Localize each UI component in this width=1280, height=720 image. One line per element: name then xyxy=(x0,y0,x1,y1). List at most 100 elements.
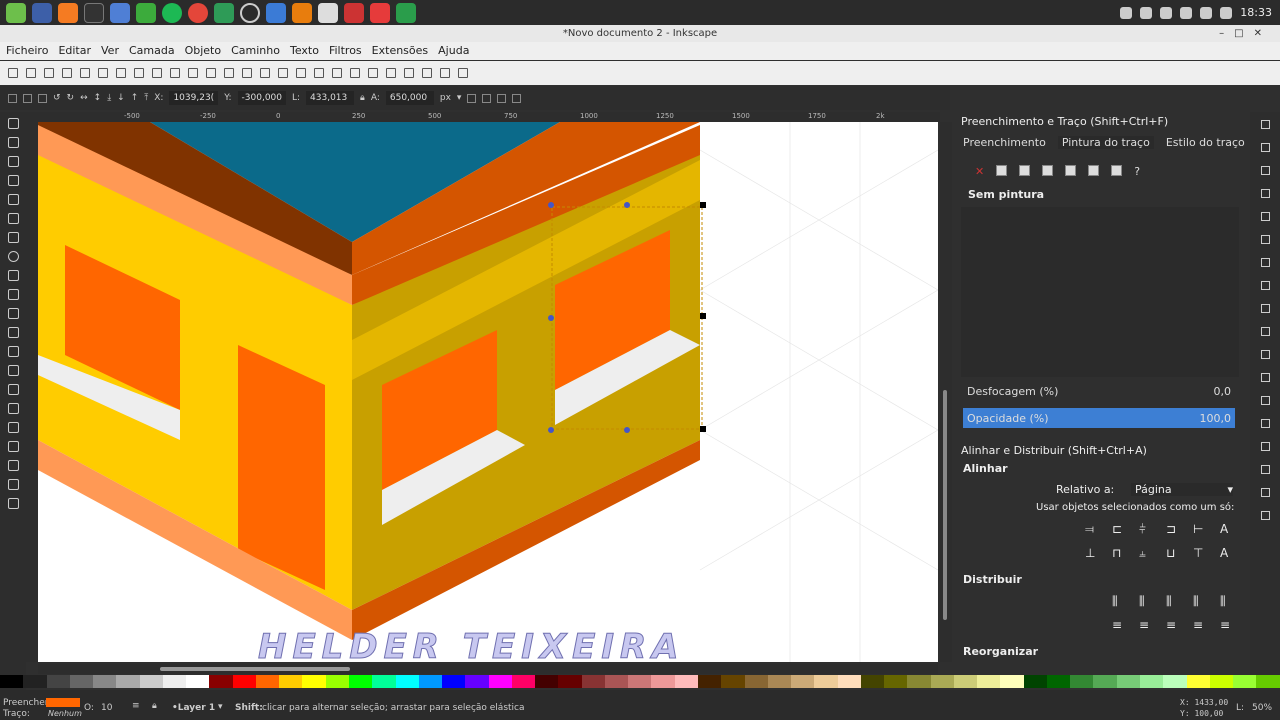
unit-select[interactable]: px xyxy=(440,93,451,103)
distribute-icon[interactable]: ≡ xyxy=(1112,618,1130,632)
redo-icon[interactable] xyxy=(134,68,144,78)
node-tool-icon[interactable] xyxy=(7,137,19,148)
flat-color-icon[interactable] xyxy=(996,165,1008,176)
screenshot-icon[interactable] xyxy=(266,2,286,23)
lower-bottom-icon[interactable]: ⤓ xyxy=(107,93,111,103)
align-right-icon[interactable]: ⊐ xyxy=(1166,522,1184,537)
rect-tool-icon[interactable] xyxy=(7,213,19,224)
palette-swatch[interactable] xyxy=(628,675,652,688)
print-icon[interactable] xyxy=(62,68,72,78)
vertical-scroll-thumb[interactable] xyxy=(943,390,947,620)
open-icon[interactable] xyxy=(26,68,36,78)
palette-swatch[interactable] xyxy=(488,675,512,688)
palette-swatch[interactable] xyxy=(0,675,24,688)
battery-icon[interactable] xyxy=(1220,6,1233,19)
distribute-icon[interactable]: ≡ xyxy=(1220,618,1238,632)
bucket-tool-icon[interactable] xyxy=(7,422,19,433)
blur-row[interactable]: Desfocagem (%) 0,0 xyxy=(963,381,1235,401)
menu-icon[interactable] xyxy=(6,2,26,23)
clock[interactable]: 18:33 xyxy=(1240,6,1272,19)
files-icon[interactable] xyxy=(32,2,52,23)
palette-swatch[interactable] xyxy=(674,675,698,688)
relative-select[interactable]: Página ▾ xyxy=(1131,483,1233,496)
volume-icon[interactable] xyxy=(1200,6,1213,19)
menu-objeto[interactable]: Objeto xyxy=(185,42,222,60)
align-baseline-icon[interactable]: A xyxy=(1220,546,1238,561)
snap-rotation-center-icon[interactable] xyxy=(1260,419,1270,428)
palette-swatch[interactable] xyxy=(232,675,256,688)
align-center-h-icon[interactable]: ⫩ xyxy=(1139,522,1157,537)
palette-swatch[interactable] xyxy=(767,675,792,688)
measure-tool-icon[interactable] xyxy=(7,194,19,205)
horizontal-scroll-thumb[interactable] xyxy=(160,667,350,671)
distribute-icon[interactable]: ⫼ xyxy=(1220,594,1238,609)
pattern-icon[interactable] xyxy=(1065,165,1077,176)
palette-swatch[interactable] xyxy=(1256,675,1280,688)
scale-corners-icon[interactable] xyxy=(482,93,492,103)
palette-swatch[interactable] xyxy=(116,675,140,688)
move-patterns-icon[interactable] xyxy=(512,93,522,103)
align-top-edge-icon[interactable]: ⊤ xyxy=(1193,546,1211,561)
undo-icon[interactable] xyxy=(116,68,126,78)
inkscape-icon[interactable] xyxy=(318,2,338,23)
palette-swatch[interactable] xyxy=(442,675,466,688)
palette-swatch[interactable] xyxy=(814,675,838,688)
palette-swatch[interactable] xyxy=(1209,675,1234,688)
palette-swatch[interactable] xyxy=(860,675,885,688)
palette-swatch[interactable] xyxy=(418,675,443,688)
zoom-selection-icon[interactable] xyxy=(206,68,216,78)
fill-stroke-icon[interactable] xyxy=(350,68,360,78)
spotify-icon[interactable] xyxy=(162,2,182,23)
palette-swatch[interactable] xyxy=(1070,675,1094,688)
x-field[interactable]: 1039,23( xyxy=(169,91,219,105)
align-left-icon[interactable]: ⊏ xyxy=(1112,522,1130,537)
tweak-tool-icon[interactable] xyxy=(7,156,19,167)
clone-icon[interactable] xyxy=(278,68,288,78)
shield-icon[interactable] xyxy=(1160,6,1173,19)
chevron-down-icon[interactable]: ▾ xyxy=(218,702,223,712)
palette-swatch[interactable] xyxy=(581,675,605,688)
cut-icon[interactable] xyxy=(170,68,180,78)
distribute-icon[interactable]: ⫼ xyxy=(1139,594,1157,609)
snap-page-icon[interactable] xyxy=(1260,465,1270,474)
palette-swatch[interactable] xyxy=(186,675,210,688)
palette-swatch[interactable] xyxy=(395,675,419,688)
group-icon[interactable] xyxy=(314,68,324,78)
palette-swatch[interactable] xyxy=(93,675,117,688)
snap-intersection-icon[interactable] xyxy=(1260,304,1270,313)
snap-smooth-icon[interactable] xyxy=(1260,350,1270,359)
palette-swatch[interactable] xyxy=(465,675,489,688)
text-font-icon[interactable] xyxy=(368,68,378,78)
raise-top-icon[interactable]: ⤒ xyxy=(144,93,148,103)
snap-midpoint-icon[interactable] xyxy=(1260,212,1270,221)
tab-stroke-style[interactable]: Estilo do traço xyxy=(1166,136,1245,149)
palette-swatch[interactable] xyxy=(23,675,47,688)
opacity-slider[interactable]: Opacidade (%) 100,0 xyxy=(963,408,1235,428)
palette-swatch[interactable] xyxy=(907,675,931,688)
menu-ficheiro[interactable]: Ficheiro xyxy=(6,42,48,60)
palette-swatch[interactable] xyxy=(1140,675,1164,688)
mesh-icon[interactable] xyxy=(1111,165,1123,176)
align-left-edge-icon[interactable]: ⊢ xyxy=(1193,522,1211,537)
palette-swatch[interactable] xyxy=(837,675,861,688)
menu-ver[interactable]: Ver xyxy=(101,42,119,60)
palette-swatch[interactable] xyxy=(162,675,187,688)
palette-swatch[interactable] xyxy=(1093,675,1117,688)
import-icon[interactable] xyxy=(80,68,90,78)
distribute-icon[interactable]: ≡ xyxy=(1193,618,1211,632)
new-icon[interactable] xyxy=(8,68,18,78)
save-icon[interactable] xyxy=(44,68,54,78)
distribute-icon[interactable]: ⫼ xyxy=(1112,594,1130,609)
menu-ajuda[interactable]: Ajuda xyxy=(438,42,469,60)
preferences-icon[interactable] xyxy=(440,68,450,78)
folder-icon[interactable] xyxy=(110,2,130,23)
layers-icon[interactable] xyxy=(386,68,396,78)
flip-horizontal-icon[interactable]: ↔ xyxy=(80,93,88,103)
tab-stroke-paint[interactable]: Pintura do traço xyxy=(1057,136,1154,149)
snap-guide-icon[interactable] xyxy=(1260,511,1270,520)
stroke-value[interactable]: Nenhum xyxy=(48,709,82,718)
palette-swatch[interactable] xyxy=(325,675,349,688)
zoom-tool-icon[interactable] xyxy=(7,175,19,186)
palette-swatch[interactable] xyxy=(721,675,745,688)
palette-swatch[interactable] xyxy=(69,675,94,688)
